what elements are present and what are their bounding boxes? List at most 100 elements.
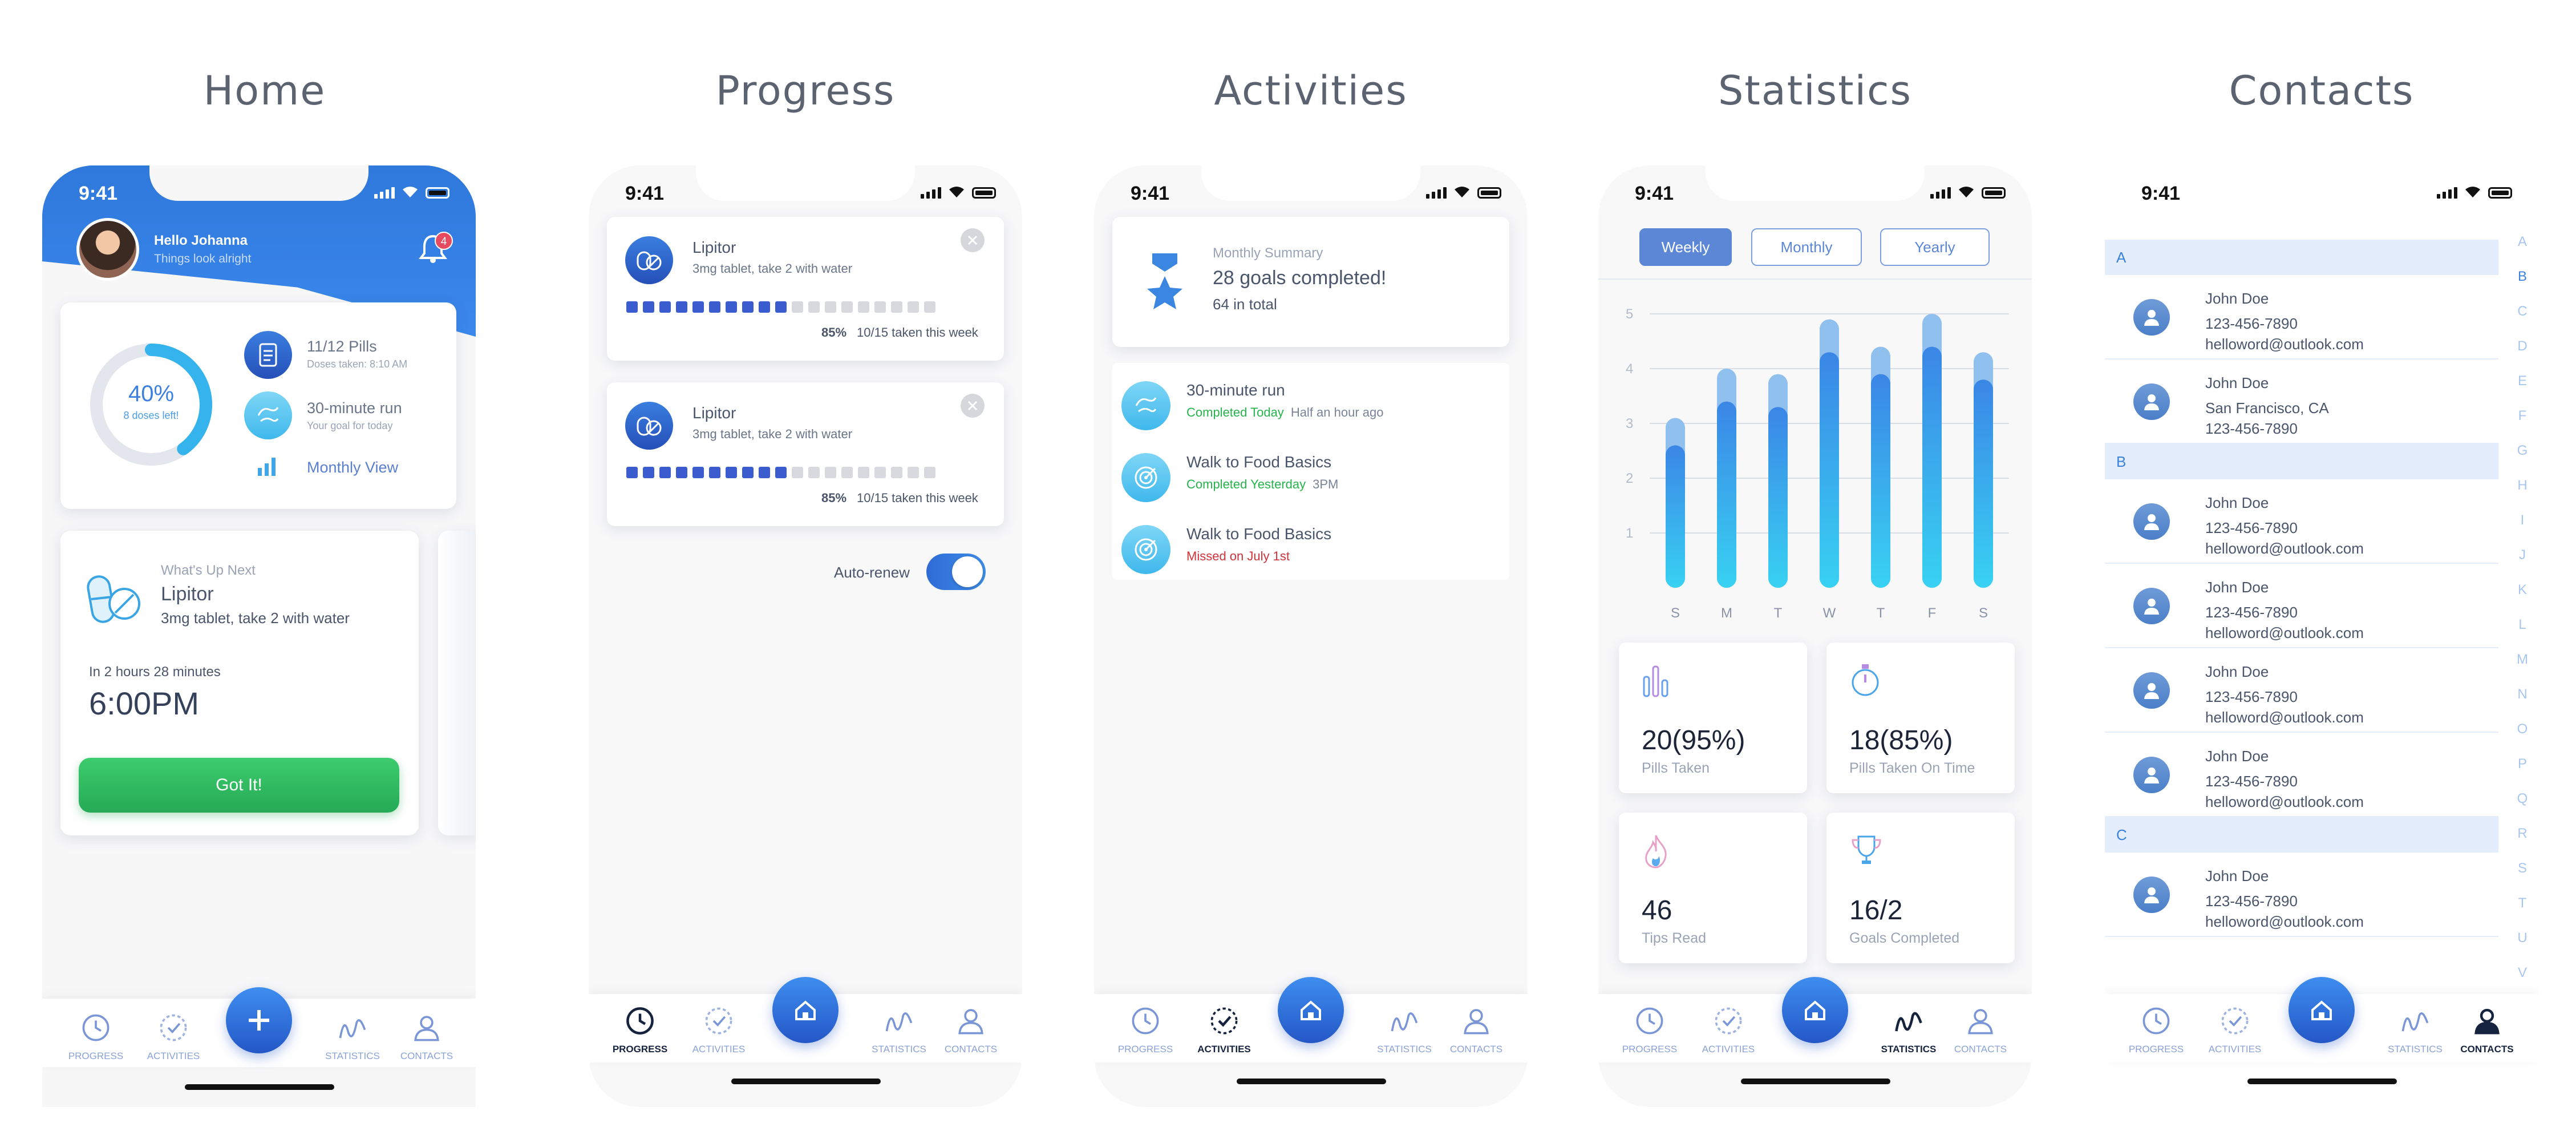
tab-activities[interactable]: ACTIVITIES [2201,1005,2269,1055]
add-button[interactable] [226,987,292,1053]
segment-monthly[interactable]: Monthly [1751,228,1862,266]
contact-row[interactable]: John Doe San Francisco, CA 123-456-7890 [2105,360,2498,444]
stat-value: 46 [1642,895,1672,926]
activity-item[interactable]: Walk to Food Basics Missed on July 1st [1112,516,1509,579]
close-icon[interactable] [961,394,985,418]
tab-bar: PROGRESS ACTIVITIES STATISTICS CONTACTS [1094,977,1528,1063]
contact-line2: helloword@outlook.com [2205,624,2364,641]
stat-card: 46 Tips Read [1619,813,1807,963]
bar-value[interactable] [1871,374,1890,588]
bell-icon[interactable]: 4 [419,232,453,268]
index-letter[interactable]: D [2514,338,2530,354]
contact-line2: helloword@outlook.com [2205,709,2364,726]
tab-label: STATISTICS [1377,1044,1432,1055]
tab-progress[interactable]: PROGRESS [62,1012,130,1062]
bar-value[interactable] [1666,445,1685,588]
index-letter[interactable]: S [2514,861,2530,877]
index-letter[interactable]: I [2514,512,2530,528]
home-button[interactable] [1782,977,1848,1043]
tab-statistics[interactable]: STATISTICS [2381,1005,2449,1055]
dose-segment [726,467,737,478]
bar-value[interactable] [1820,352,1839,588]
index-letter[interactable]: H [2514,478,2530,494]
close-icon[interactable] [961,228,985,252]
tab-label: CONTACTS [1954,1044,2007,1055]
index-letter[interactable]: F [2514,408,2530,424]
dose-segment [659,301,671,313]
monthly-view-link[interactable]: Monthly View [307,459,398,476]
tab-progress[interactable]: PROGRESS [2122,1005,2190,1055]
dose-segment [676,467,687,478]
index-letter[interactable]: B [2514,269,2530,285]
contact-row[interactable]: John Doe 123-456-7890 helloword@outlook.co… [2105,853,2498,937]
index-letter[interactable]: K [2514,582,2530,598]
home-button[interactable] [1278,977,1344,1043]
tab-activities[interactable]: ACTIVITIES [684,1005,753,1055]
tab-statistics[interactable]: STATISTICS [1370,1005,1439,1055]
index-letter[interactable]: V [2514,965,2530,981]
index-letter[interactable]: N [2514,686,2530,702]
index-letter[interactable]: T [2514,895,2530,911]
section-header: B [2105,444,2498,479]
tab-activities[interactable]: ACTIVITIES [1694,1005,1763,1055]
tab-statistics[interactable]: STATISTICS [1874,1005,1943,1055]
index-letter[interactable]: A [2514,234,2530,250]
bar-value[interactable] [1768,407,1788,588]
avatar[interactable] [76,218,139,281]
index-letter[interactable]: Q [2514,791,2530,807]
tab-statistics[interactable]: STATISTICS [318,1012,387,1062]
index-letter[interactable]: E [2514,373,2530,389]
medal-icon [1142,251,1188,314]
section-header: A [2105,240,2498,275]
dose-segment [858,467,869,478]
dose-segment [891,301,902,313]
contact-row[interactable]: John Doe 123-456-7890 helloword@outlook.co… [2105,733,2498,817]
tab-label: ACTIVITIES [2208,1044,2262,1055]
index-letter[interactable]: J [2514,547,2530,563]
person-icon [2474,1008,2500,1035]
segment-weekly[interactable]: Weekly [1639,228,1732,266]
runner-icon [1121,381,1170,430]
activity-item[interactable]: 30-minute run Completed Today Half an hour… [1112,372,1509,435]
home-button[interactable] [2289,977,2355,1043]
tab-contacts[interactable]: CONTACTS [1946,1005,2015,1055]
bar-value[interactable] [1974,379,1993,588]
tab-statistics[interactable]: STATISTICS [865,1005,933,1055]
bar-value[interactable] [1717,401,1736,588]
tab-activities[interactable]: ACTIVITIES [1190,1005,1258,1055]
index-letter[interactable]: M [2514,652,2530,668]
index-letter[interactable]: O [2514,721,2530,737]
tab-contacts[interactable]: CONTACTS [2453,1005,2521,1055]
index-letter[interactable]: C [2514,304,2530,320]
contact-line1: 123-456-7890 [2205,688,2298,705]
tab-progress[interactable]: PROGRESS [1111,1005,1180,1055]
tab-contacts[interactable]: CONTACTS [1442,1005,1510,1055]
index-letter[interactable]: L [2514,617,2530,633]
bar-value[interactable] [1922,346,1942,588]
index-letter[interactable]: U [2514,930,2530,946]
contact-row[interactable]: John Doe 123-456-7890 helloword@outlook.co… [2105,564,2498,648]
contact-row[interactable]: John Doe 123-456-7890 helloword@outlook.co… [2105,479,2498,564]
segment-yearly[interactable]: Yearly [1880,228,1990,266]
notification-badge: 4 [435,232,453,250]
showcase: Home Progress Activities Statistics Cont… [0,0,2576,1139]
index-letter[interactable]: P [2514,756,2530,772]
contact-row[interactable]: John Doe 123-456-7890 helloword@outlook.co… [2105,648,2498,733]
auto-renew-toggle[interactable] [926,554,986,590]
got-it-button[interactable]: Got It! [79,758,399,813]
dose-segment [908,301,919,313]
tab-activities[interactable]: ACTIVITIES [139,1012,208,1062]
index-letter[interactable]: R [2514,826,2530,842]
contact-avatar-icon [2133,503,2170,540]
tab-contacts[interactable]: CONTACTS [937,1005,1005,1055]
tab-progress[interactable]: PROGRESS [1615,1005,1684,1055]
activity-item[interactable]: Walk to Food Basics Completed Yesterday 3P… [1112,444,1509,507]
contact-line1: 123-456-7890 [2205,892,2298,910]
contact-avatar-icon [2133,877,2170,913]
index-letter[interactable]: G [2514,443,2530,459]
progress-taken: 10/15 taken this week [857,325,978,340]
contact-row[interactable]: John Doe 123-456-7890 helloword@outlook.co… [2105,275,2498,360]
tab-progress[interactable]: PROGRESS [606,1005,674,1055]
home-button[interactable] [772,977,839,1043]
tab-contacts[interactable]: CONTACTS [392,1012,461,1062]
